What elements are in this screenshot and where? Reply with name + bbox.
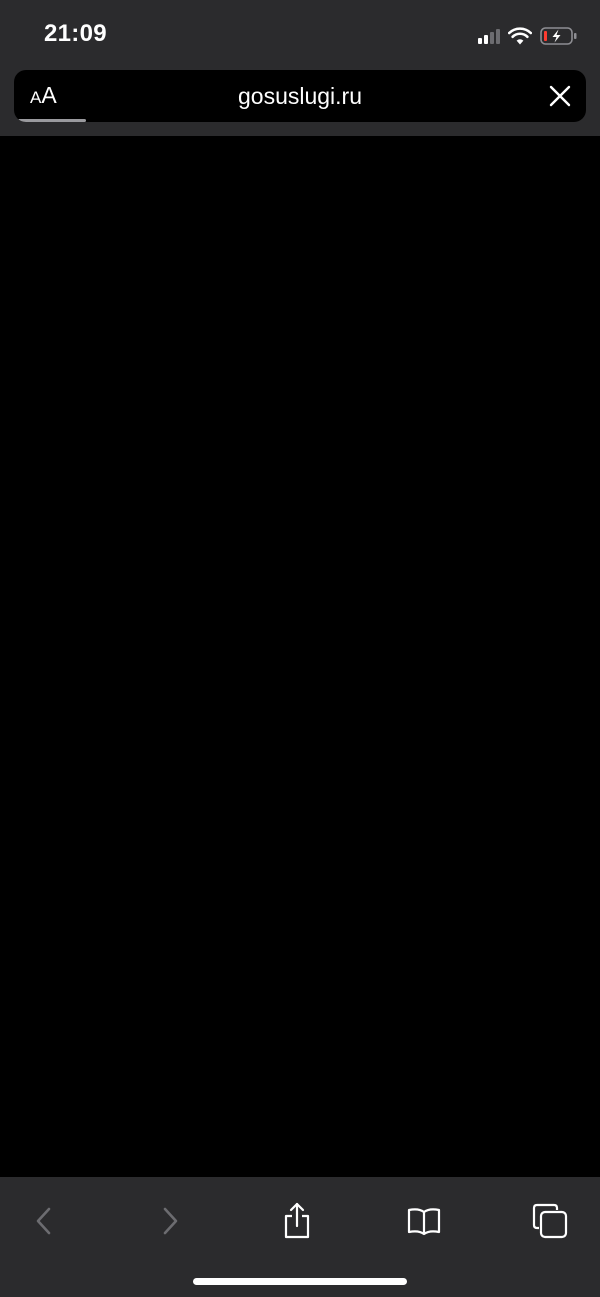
share-button[interactable] [275, 1199, 319, 1243]
url-text[interactable]: gosuslugi.ru [14, 83, 586, 110]
status-bar: 21:09 [0, 0, 600, 70]
cellular-signal-icon [478, 28, 500, 44]
stop-loading-button[interactable] [548, 84, 572, 108]
signal-bar [484, 35, 488, 44]
wifi-icon [508, 27, 532, 45]
chevron-right-icon [163, 1207, 178, 1235]
home-indicator[interactable] [193, 1278, 407, 1285]
status-time: 21:09 [44, 20, 107, 47]
forward-button[interactable] [148, 1199, 192, 1243]
battery-charging-low-icon [540, 27, 577, 45]
web-content-area[interactable] [0, 136, 600, 1177]
signal-bar [496, 29, 500, 44]
tabs-button[interactable] [528, 1199, 572, 1243]
browser-top-chrome: 21:09 A A gosuslugi.ru [0, 0, 600, 136]
chevron-left-icon [36, 1207, 51, 1235]
page-load-progress-bar [18, 119, 582, 122]
back-button[interactable] [22, 1199, 66, 1243]
share-icon [284, 1202, 310, 1239]
signal-bar [478, 38, 482, 44]
address-bar[interactable]: A A gosuslugi.ru [14, 70, 586, 122]
signal-bar [490, 32, 494, 44]
status-icons [478, 24, 578, 48]
close-icon [549, 85, 571, 107]
page-load-progress-fill [18, 119, 86, 122]
bookmarks-button[interactable] [402, 1199, 446, 1243]
tabs-icon [532, 1203, 568, 1239]
book-icon [407, 1208, 441, 1236]
